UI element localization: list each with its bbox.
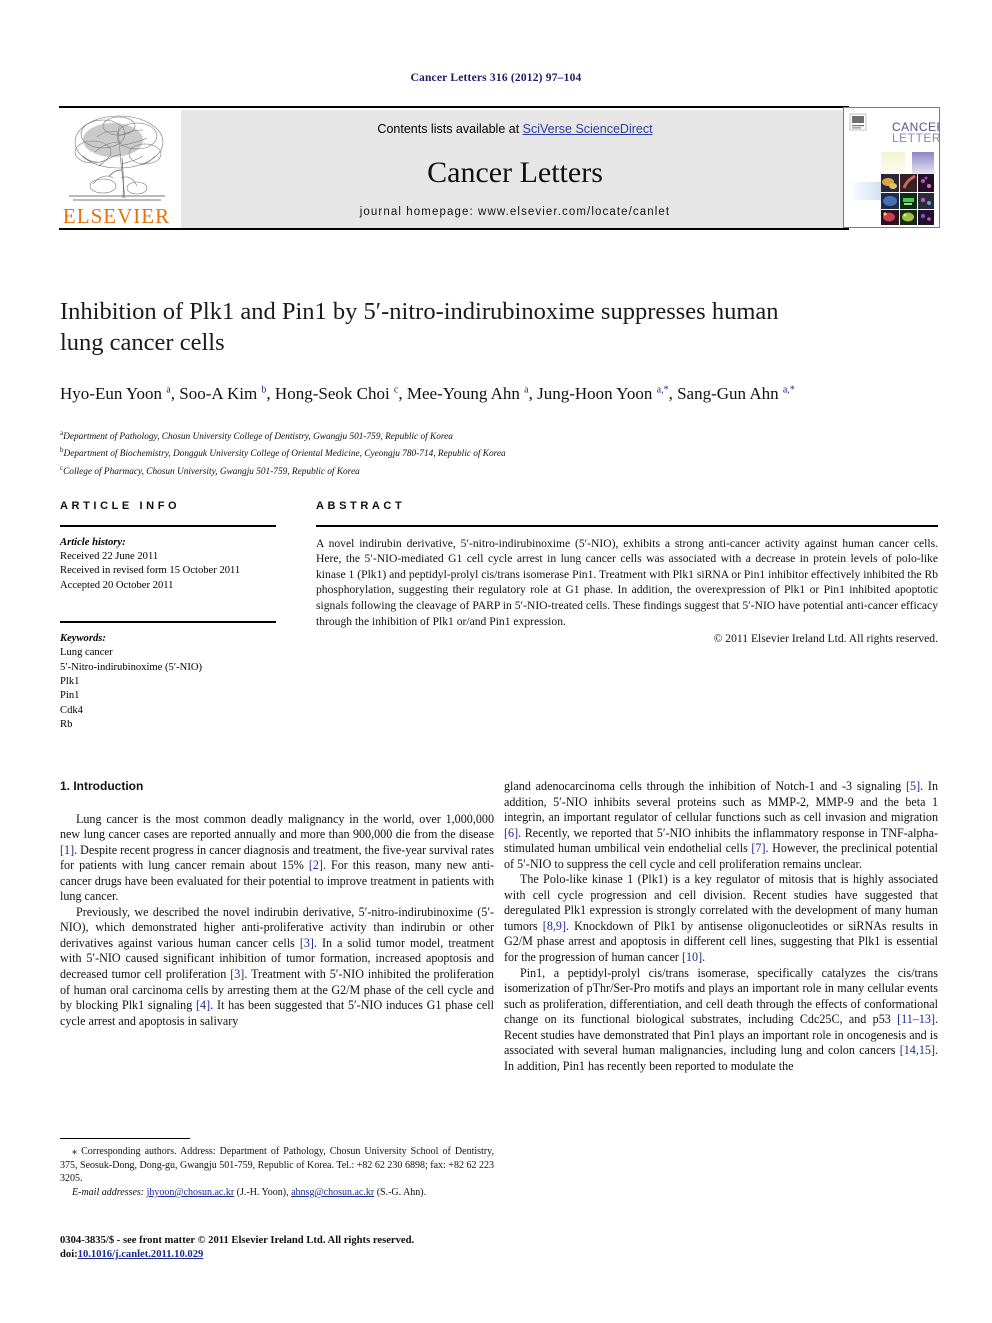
citation-ref[interactable]: [11–13] <box>897 1012 935 1026</box>
sciencedirect-link[interactable]: SciVerse ScienceDirect <box>523 122 653 136</box>
journal-cover-thumbnail: CANCER LETTERS <box>843 107 940 228</box>
introduction-heading: 1. Introduction <box>60 779 144 793</box>
keywords-rule <box>60 621 276 623</box>
article-history-item: Received 22 June 2011 <box>60 551 159 562</box>
citation-ref[interactable]: [10] <box>682 950 702 964</box>
masthead-bottom-rule <box>59 228 849 230</box>
email-label: E-mail addresses: <box>72 1186 145 1198</box>
issn-line: 0304-3835/$ - see front matter © 2011 El… <box>60 1235 415 1246</box>
abstract-text: A novel indirubin derivative, 5′-nitro-i… <box>316 536 938 628</box>
abstract-rule <box>316 525 938 527</box>
keyword-item: Plk1 <box>60 676 80 688</box>
journal-homepage[interactable]: journal homepage: www.elsevier.com/locat… <box>181 206 849 218</box>
keyword-item: Pin1 <box>60 690 80 702</box>
abstract-block: ABSTRACT A novel indirubin derivative, 5… <box>316 500 938 647</box>
citation-ref[interactable]: [5] <box>906 779 920 793</box>
body-column-right: gland adenocarcinoma cells through the i… <box>504 779 938 1074</box>
citation-ref[interactable]: [2] <box>309 858 323 872</box>
doi-line: doi:10.1016/j.canlet.2011.10.029 <box>60 1248 560 1262</box>
author-list: Hyo-Eun Yoon a, Soo-A Kim b, Hong-Seok C… <box>60 378 860 406</box>
elsevier-logo: ELSEVIER <box>59 110 174 228</box>
keywords-label: Keywords: <box>60 632 106 644</box>
affiliation-item: cCollege of Pharmacy, Chosun University,… <box>60 463 360 477</box>
running-head: Cancer Letters 316 (2012) 97–104 <box>410 72 582 84</box>
elsevier-wordmark: ELSEVIER <box>62 204 171 228</box>
masthead-top-rule <box>59 106 849 108</box>
footnote-rule <box>60 1138 190 1140</box>
footnote-block: ⁎ Corresponding authors. Address: Depart… <box>60 1138 494 1200</box>
article-info-rule <box>60 525 276 527</box>
email-link-ahn[interactable]: ahnsg@chosun.ac.kr <box>291 1187 374 1198</box>
citation-ref[interactable]: [1] <box>60 843 74 857</box>
issn-copyright-block: 0304-3835/$ - see front matter © 2011 El… <box>60 1234 560 1262</box>
citation-ref[interactable]: [8,9] <box>543 919 566 933</box>
page-title: Inhibition of Plk1 and Pin1 by 5′-nitro-… <box>60 298 779 356</box>
doi-link[interactable]: 10.1016/j.canlet.2011.10.029 <box>78 1249 204 1260</box>
body-paragraph: The Polo-like kinase 1 (Plk1) is a key r… <box>504 872 938 965</box>
affiliation-item: bDepartment of Biochemistry, Dongguk Uni… <box>60 446 506 460</box>
elsevier-tree-icon <box>69 115 165 201</box>
citation-ref[interactable]: [14,15] <box>900 1043 935 1057</box>
journal-masthead: ELSEVIER Contents lists available at Sci… <box>59 106 938 230</box>
citation-ref[interactable]: [4] <box>196 998 210 1012</box>
authors-text: Hyo-Eun Yoon a, Soo-A Kim b, Hong-Seok C… <box>60 383 795 403</box>
affiliation-text: College of Pharmacy, Chosun University, … <box>63 466 360 477</box>
body-paragraph: gland adenocarcinoma cells through the i… <box>504 779 938 871</box>
citation-ref[interactable]: [3] <box>300 936 314 950</box>
body-paragraph: Pin1, a peptidyl-prolyl cis/trans isomer… <box>504 965 938 1073</box>
keyword-item: Cdk4 <box>60 704 83 716</box>
keyword-item: Rb <box>60 719 73 731</box>
keyword-item: 5′-Nitro-indirubinoxime (5′-NIO) <box>60 661 203 673</box>
paper-page: Cancer Letters 316 (2012) 97–104 ELSEVIE… <box>0 0 992 1323</box>
journal-title: Cancer Letters <box>427 156 603 189</box>
body-paragraph: Lung cancer is the most common deadly ma… <box>60 811 494 904</box>
email-link-yoon[interactable]: jhyoon@chosun.ac.kr <box>147 1187 235 1198</box>
doi-label: doi: <box>60 1249 78 1260</box>
affiliation-text: Department of Biochemistry, Dongguk Univ… <box>63 449 506 460</box>
affiliation-text: Department of Pathology, Chosun Universi… <box>63 432 453 443</box>
abstract-copyright: © 2011 Elsevier Ireland Ltd. All rights … <box>713 632 938 646</box>
article-history-item: Accepted 20 October 2011 <box>60 579 174 591</box>
masthead-banner: Contents lists available at SciVerse Sci… <box>181 110 849 228</box>
citation-ref[interactable]: [6] <box>504 826 518 840</box>
affiliation-list: aDepartment of Pathology, Chosun Univers… <box>60 427 880 479</box>
article-info-block: ARTICLE INFO Article history: Received 2… <box>60 500 276 733</box>
abstract-heading: ABSTRACT <box>316 500 406 512</box>
email-owner-yoon: (J.-H. Yoon), <box>236 1186 289 1198</box>
body-column-left: 1. Introduction Lung cancer is the most … <box>60 779 494 1029</box>
article-history-item: Received in revised form 15 October 2011 <box>60 565 241 577</box>
citation-ref[interactable]: [3] <box>230 967 244 981</box>
affiliation-item: aDepartment of Pathology, Chosun Univers… <box>60 429 453 443</box>
contents-lists-line: Contents lists available at SciVerse Sci… <box>181 122 849 136</box>
cover-artwork: CANCER LETTERS <box>844 108 939 227</box>
contents-prefix: Contents lists available at <box>377 122 523 136</box>
keyword-item: Lung cancer <box>60 647 113 659</box>
article-history-label: Article history: <box>60 536 126 548</box>
email-note: E-mail addresses: jhyoon@chosun.ac.kr (J… <box>60 1186 494 1200</box>
corresponding-author-note: ⁎ Corresponding authors. Address: Depart… <box>60 1146 494 1185</box>
email-owner-ahn: (S.-G. Ahn). <box>376 1186 427 1198</box>
svg-text:LETTERS: LETTERS <box>892 131 939 145</box>
citation-ref[interactable]: [7] <box>751 841 765 855</box>
article-info-heading: ARTICLE INFO <box>60 500 181 512</box>
body-paragraph: Previously, we described the novel indir… <box>60 904 494 1028</box>
